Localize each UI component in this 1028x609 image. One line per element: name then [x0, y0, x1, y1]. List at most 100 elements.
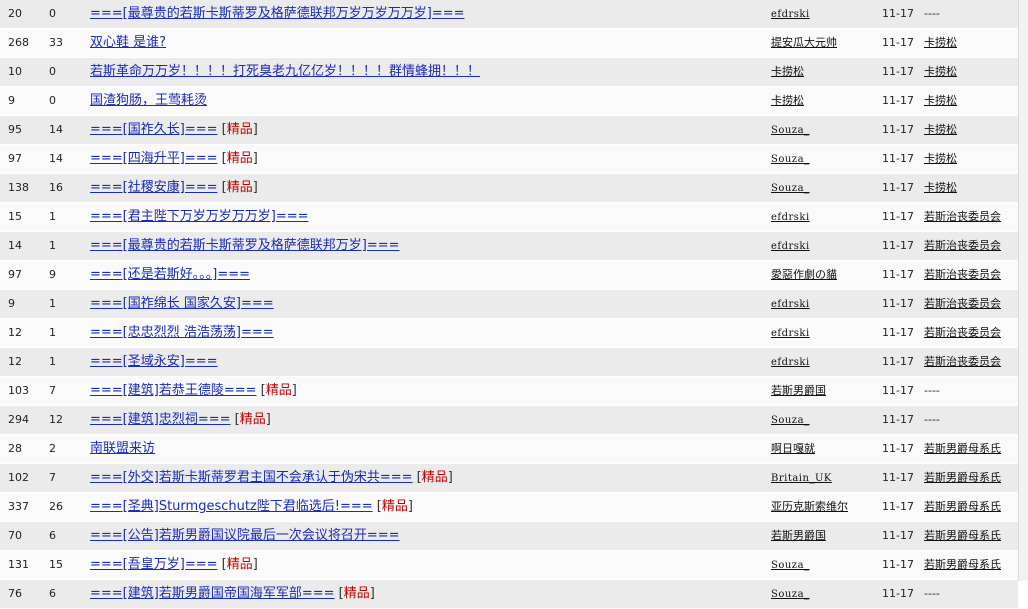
topic-title-cell: ===[圣域永安]=== [90, 348, 760, 376]
last-reply-link[interactable]: 若斯治丧委员会 [924, 268, 1001, 281]
topic-link[interactable]: ===[圣域永安]=== [90, 354, 218, 369]
reply-count: 26 [49, 500, 63, 513]
topic-row: 9 1 ===[国祚绵长 国家久安]=== efdrski 11-17 若斯治丧委员会 [0, 290, 1018, 319]
last-reply-link[interactable]: 若斯治丧委员会 [924, 326, 1001, 339]
author-link[interactable]: 提安瓜大元帅 [771, 36, 837, 49]
topic-link[interactable]: ===[四海升平]=== [90, 151, 218, 166]
topic-link[interactable]: ===[建筑]忠烈祠=== [90, 412, 231, 427]
topic-link[interactable]: ===[国祚绵长 国家久安]=== [90, 296, 274, 311]
author-link[interactable]: 卡捞松 [771, 94, 804, 107]
post-date: 11-17 [882, 297, 914, 310]
last-reply-link[interactable]: 若斯治丧委员会 [924, 210, 1001, 223]
topic-link[interactable]: 国渣狗肠，王莺耗烫 [90, 93, 207, 108]
author-cell: efdrski [771, 232, 876, 260]
topic-row: 102 7 ===[外交]若斯卡斯蒂罗君主国不会承认于伪宋共=== [精品] Brit… [0, 464, 1018, 493]
topic-row: 14 1 ===[最尊贵的若斯卡斯蒂罗及格萨德联邦万岁]=== efdrski 11-1… [0, 232, 1018, 261]
last-reply-link[interactable]: 若斯治丧委员会 [924, 355, 1001, 368]
topic-title-cell: ===[圣典]Sturmgeschutz陛下君临选后!=== [精品] [90, 493, 760, 521]
topic-title-cell: 南联盟来访 [90, 435, 760, 463]
author-link[interactable]: Souza_ [771, 560, 810, 571]
featured-badge: [精品] [412, 470, 453, 485]
view-count: 10 [8, 65, 22, 78]
topic-link[interactable]: ===[还是若斯好。。。]=== [90, 267, 250, 282]
last-reply-link[interactable]: 卡捞松 [924, 94, 957, 107]
topic-title-cell: 若斯革命万万岁！！！！打死臭老九亿亿岁！！！！群情蜂拥！！！ [90, 58, 760, 86]
author-link[interactable]: Souza_ [771, 125, 810, 136]
last-reply-cell: 卡捞松 [924, 29, 1016, 57]
last-reply-link[interactable]: 若斯男爵母系氏 [924, 558, 1001, 571]
topic-row: 131 15 ===[吾皇万岁]=== [精品] Souza_ 11-17 若斯男爵母系氏 [0, 551, 1018, 580]
view-count: 103 [8, 384, 29, 397]
vertical-scrollbar[interactable] [1018, 0, 1028, 581]
author-link[interactable]: 愛惡作劇の貓 [771, 268, 837, 281]
topic-link[interactable]: ===[最尊贵的若斯卡斯蒂罗及格萨德联邦万岁万岁万万岁]=== [90, 6, 465, 21]
topic-link[interactable]: ===[最尊贵的若斯卡斯蒂罗及格萨德联邦万岁]=== [90, 238, 400, 253]
topic-link[interactable]: ===[君主陛下万岁万岁万万岁]=== [90, 209, 309, 224]
topic-link[interactable]: 南联盟来访 [90, 441, 155, 456]
topic-link[interactable]: 双心鞋 是谁? [90, 35, 166, 50]
post-date: 11-17 [882, 181, 914, 194]
topic-row: 294 12 ===[建筑]忠烈祠=== [精品] Souza_ 11-17 ---- [0, 406, 1018, 435]
topic-link[interactable]: ===[国祚久长]=== [90, 122, 218, 137]
last-reply-link[interactable]: 若斯男爵母系氏 [924, 500, 1001, 513]
topic-link[interactable]: ===[吾皇万岁]=== [90, 557, 218, 572]
topic-row: 12 1 ===[圣域永安]=== efdrski 11-17 若斯治丧委员会 [0, 348, 1018, 377]
last-reply-link[interactable]: 若斯男爵母系氏 [924, 529, 1001, 542]
topic-title-cell: ===[国祚久长]=== [精品] [90, 116, 760, 144]
author-link[interactable]: Britain_UK [771, 473, 832, 484]
view-count: 97 [8, 152, 22, 165]
author-link[interactable]: 亚历克斯索维尔 [771, 500, 848, 513]
author-cell: 亚历克斯索维尔 [771, 493, 876, 521]
topic-link[interactable]: ===[公告]若斯男爵国议院最后一次会议将召开=== [90, 528, 400, 543]
last-reply-link[interactable]: 卡捞松 [924, 152, 957, 165]
author-cell: 卡捞松 [771, 58, 876, 86]
topic-link[interactable]: ===[外交]若斯卡斯蒂罗君主国不会承认于伪宋共=== [90, 470, 413, 485]
last-reply-empty: ---- [924, 413, 940, 426]
view-count: 138 [8, 181, 29, 194]
last-reply-cell: 若斯治丧委员会 [924, 348, 1016, 376]
view-count: 28 [8, 442, 22, 455]
last-reply-link[interactable]: 若斯男爵母系氏 [924, 471, 1001, 484]
topic-row: 138 16 ===[社稷安康]=== [精品] Souza_ 11-17 卡捞松 [0, 174, 1018, 203]
featured-label: 精品 [421, 470, 448, 485]
topic-link[interactable]: ===[建筑]若恭王德陵=== [90, 383, 257, 398]
featured-badge: [精品] [230, 412, 271, 427]
topic-link[interactable]: ===[社稷安康]=== [90, 180, 218, 195]
author-link[interactable]: Souza_ [771, 154, 810, 165]
author-link[interactable]: efdrski [771, 357, 810, 368]
topic-link[interactable]: ===[圣典]Sturmgeschutz陛下君临选后!=== [90, 499, 373, 514]
author-link[interactable]: 若斯男爵国 [771, 529, 826, 542]
last-reply-link[interactable]: 若斯治丧委员会 [924, 239, 1001, 252]
featured-label: 精品 [265, 383, 292, 398]
topic-title-cell: ===[外交]若斯卡斯蒂罗君主国不会承认于伪宋共=== [精品] [90, 464, 760, 492]
post-date: 11-17 [882, 529, 914, 542]
last-reply-link[interactable]: 卡捞松 [924, 123, 957, 136]
reply-count: 1 [49, 239, 56, 252]
author-link[interactable]: 若斯男爵国 [771, 384, 826, 397]
author-link[interactable]: efdrski [771, 9, 810, 20]
author-link[interactable]: efdrski [771, 212, 810, 223]
author-link[interactable]: 啊日嘎就 [771, 442, 815, 455]
topic-link[interactable]: 若斯革命万万岁！！！！打死臭老九亿亿岁！！！！群情蜂拥！！！ [90, 64, 480, 79]
author-link[interactable]: efdrski [771, 241, 810, 252]
topic-link[interactable]: ===[忠忠烈烈 浩浩荡荡]=== [90, 325, 274, 340]
topic-link[interactable]: ===[建筑]若斯男爵国帝国海军军部=== [90, 586, 335, 601]
last-reply-link[interactable]: 卡捞松 [924, 36, 957, 49]
reply-count: 9 [49, 268, 56, 281]
last-reply-link[interactable]: 若斯男爵母系氏 [924, 442, 1001, 455]
last-reply-link[interactable]: 若斯治丧委员会 [924, 297, 1001, 310]
last-reply-link[interactable]: 卡捞松 [924, 65, 957, 78]
post-date: 11-17 [882, 500, 914, 513]
last-reply-link[interactable]: 卡捞松 [924, 181, 957, 194]
reply-count: 16 [49, 181, 63, 194]
author-link[interactable]: Souza_ [771, 589, 810, 600]
last-reply-cell: 卡捞松 [924, 58, 1016, 86]
author-link[interactable]: efdrski [771, 328, 810, 339]
author-link[interactable]: Souza_ [771, 183, 810, 194]
featured-badge: [精品] [334, 586, 375, 601]
author-link[interactable]: 卡捞松 [771, 65, 804, 78]
last-reply-cell: 卡捞松 [924, 174, 1016, 202]
author-link[interactable]: efdrski [771, 299, 810, 310]
topic-title-cell: ===[国祚绵长 国家久安]=== [90, 290, 760, 318]
author-link[interactable]: Souza_ [771, 415, 810, 426]
